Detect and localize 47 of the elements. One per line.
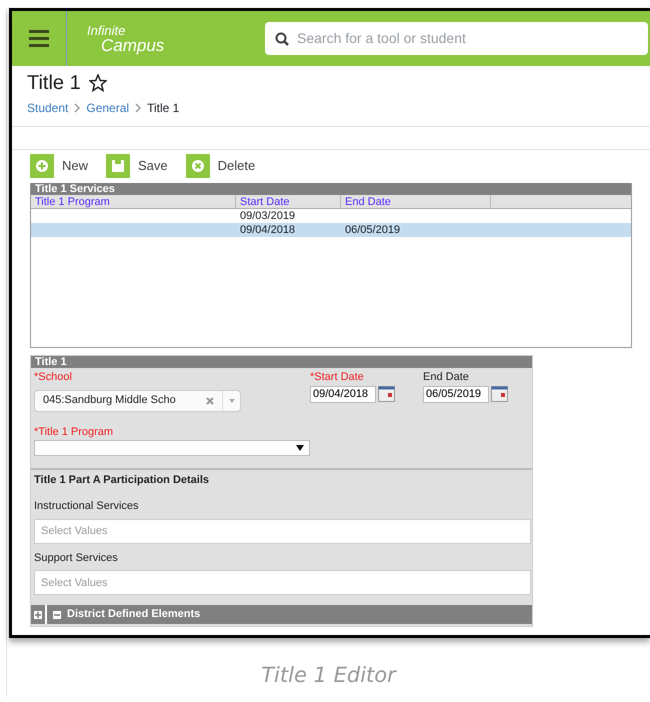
field-label: *Title 1 Program [34, 424, 114, 440]
table-row[interactable]: 09/04/2018 06/05/2019 [31, 223, 631, 237]
save-button[interactable]: Save [106, 152, 168, 180]
date-field[interactable]: 09/04/2018 [310, 386, 376, 402]
field-label: *Start Date [310, 370, 364, 385]
floppy-icon [111, 159, 126, 173]
table-cell-text: 06/05/2019 [344, 223, 402, 237]
school-select[interactable]: 045:Sandburg Middle Scho [34, 390, 241, 412]
field-label: *School [34, 370, 72, 385]
new-button[interactable]: New [30, 152, 88, 180]
calendar-icon [378, 386, 395, 402]
x-circle-icon [190, 159, 205, 173]
search-icon [275, 32, 289, 46]
image-caption: Title 1 Editor [260, 662, 398, 689]
field-label: End Date [423, 370, 469, 385]
section-title: Title 1 Part A Participation Details [33, 473, 210, 488]
table-row[interactable]: 09/03/2019 [31, 209, 631, 223]
column-header[interactable]: End Date [341, 195, 491, 208]
multi-select-field[interactable]: Select Values [34, 518, 531, 544]
page-title: Title 1 [27, 71, 81, 96]
delete-button[interactable]: Delete [186, 152, 256, 180]
menu-icon [29, 30, 49, 47]
expand-icon[interactable] [34, 610, 42, 618]
calendar-icon [491, 386, 508, 402]
date-field[interactable]: 06/05/2019 [423, 386, 489, 402]
chevron-icon [74, 103, 80, 113]
column-header[interactable]: Start Date [236, 195, 341, 208]
chevron-icon [135, 103, 142, 113]
table-cell-text: 09/04/2018 [239, 223, 296, 237]
logo: Infinite Campus [87, 24, 166, 54]
field-label: Instructional Services [34, 499, 140, 514]
breadcrumb-link[interactable]: Student [27, 99, 68, 117]
breadcrumb-link[interactable]: General [86, 99, 130, 117]
panel-header: Title 1 Services [31, 183, 631, 195]
column-header[interactable]: Title 1 Program [31, 195, 236, 208]
multi-select-field[interactable]: Select Values [34, 570, 531, 595]
caret-icon [296, 445, 304, 451]
clear-icon [206, 396, 214, 404]
plus-icon [35, 159, 49, 173]
star-icon[interactable] [88, 74, 107, 92]
field-label: Support Services [34, 550, 119, 566]
search-field[interactable]: Search for a tool or student [265, 22, 648, 55]
caret-icon [228, 398, 234, 402]
panel-header: Title 1 [31, 356, 532, 368]
table-cell-text: 09/03/2019 [239, 209, 296, 223]
collapse-icon[interactable] [53, 610, 61, 618]
breadcrumb-current: Title 1 [147, 100, 180, 117]
